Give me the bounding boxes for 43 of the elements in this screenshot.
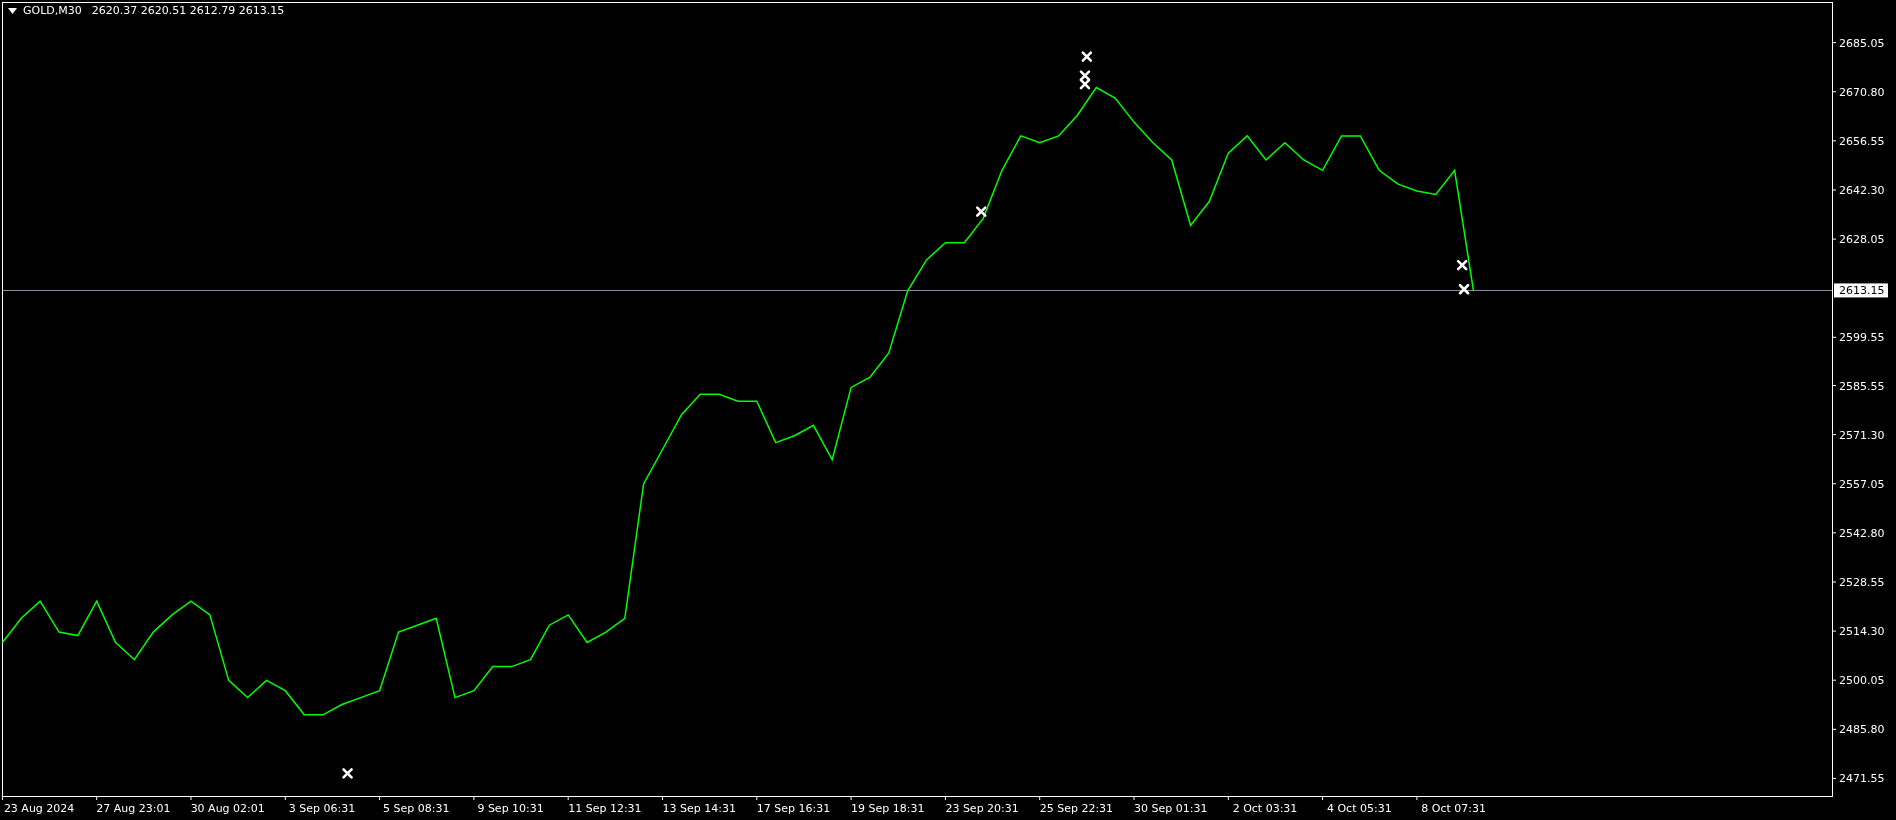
price-axis-label: 2642.30 <box>1839 183 1885 197</box>
price-axis-label: 2628.05 <box>1839 233 1885 247</box>
price-axis-label: 2670.80 <box>1839 85 1885 99</box>
price-axis-label: 2656.55 <box>1839 134 1885 148</box>
time-axis-label: 25 Sep 22:31 <box>1039 802 1114 815</box>
price-axis-label: 2571.30 <box>1839 428 1885 442</box>
price-axis-label: 2471.55 <box>1839 772 1885 786</box>
time-axis-label: 3 Sep 06:31 <box>288 802 356 815</box>
dropdown-caret-icon[interactable] <box>8 8 17 15</box>
price-axis-label: 2485.80 <box>1839 723 1885 737</box>
time-axis-label: 13 Sep 14:31 <box>662 802 736 815</box>
ohlc-values: 2620.37 2620.51 2612.79 2613.15 <box>91 3 285 19</box>
symbol-label: GOLD,M30 <box>23 3 82 19</box>
time-axis-label: 30 Sep 01:31 <box>1134 802 1208 815</box>
time-axis-label: 2 Oct 03:31 <box>1232 802 1298 815</box>
time-axis-label: 5 Sep 08:31 <box>383 802 450 815</box>
price-axis-label: 2557.05 <box>1839 477 1885 491</box>
time-axis-label: 30 Aug 02:01 <box>190 802 265 815</box>
time-axis-label: 4 Oct 05:31 <box>1326 802 1392 815</box>
price-axis-label: 2599.55 <box>1839 331 1885 345</box>
time-axis-label: 27 Aug 23:01 <box>96 802 171 815</box>
price-axis-label: 2542.80 <box>1839 526 1885 540</box>
price-axis-label: 2514.30 <box>1839 625 1885 639</box>
time-axis-label: 8 Oct 07:31 <box>1421 802 1486 815</box>
time-axis-label: 23 Aug 2024 <box>3 802 75 815</box>
time-axis-label: 19 Sep 18:31 <box>851 802 925 815</box>
trade-marker-icon <box>1458 283 1470 295</box>
trade-marker-icon <box>342 768 353 779</box>
price-axis-label: 2500.05 <box>1839 674 1885 688</box>
price-axis-label: 2585.55 <box>1839 379 1885 393</box>
time-axis-label: 9 Sep 10:31 <box>477 802 544 815</box>
trade-marker-icon <box>1079 70 1091 81</box>
price-axis-label: 2528.55 <box>1839 576 1885 589</box>
time-axis-label: 11 Sep 12:31 <box>568 802 642 815</box>
time-axis-label: 17 Sep 16:31 <box>756 802 831 815</box>
price-axis-label: 2685.05 <box>1839 36 1885 50</box>
current-price-label: 2613.15 <box>1834 283 1888 298</box>
trade-marker-icon <box>1456 259 1468 271</box>
trade-marker-icon <box>975 206 987 217</box>
trade-marker-icon <box>1079 78 1091 90</box>
time-axis-label: 23 Sep 20:31 <box>945 802 1019 815</box>
ref-line-label: 2613.15 <box>1839 284 1885 298</box>
trade-marker-icon <box>1081 51 1093 62</box>
